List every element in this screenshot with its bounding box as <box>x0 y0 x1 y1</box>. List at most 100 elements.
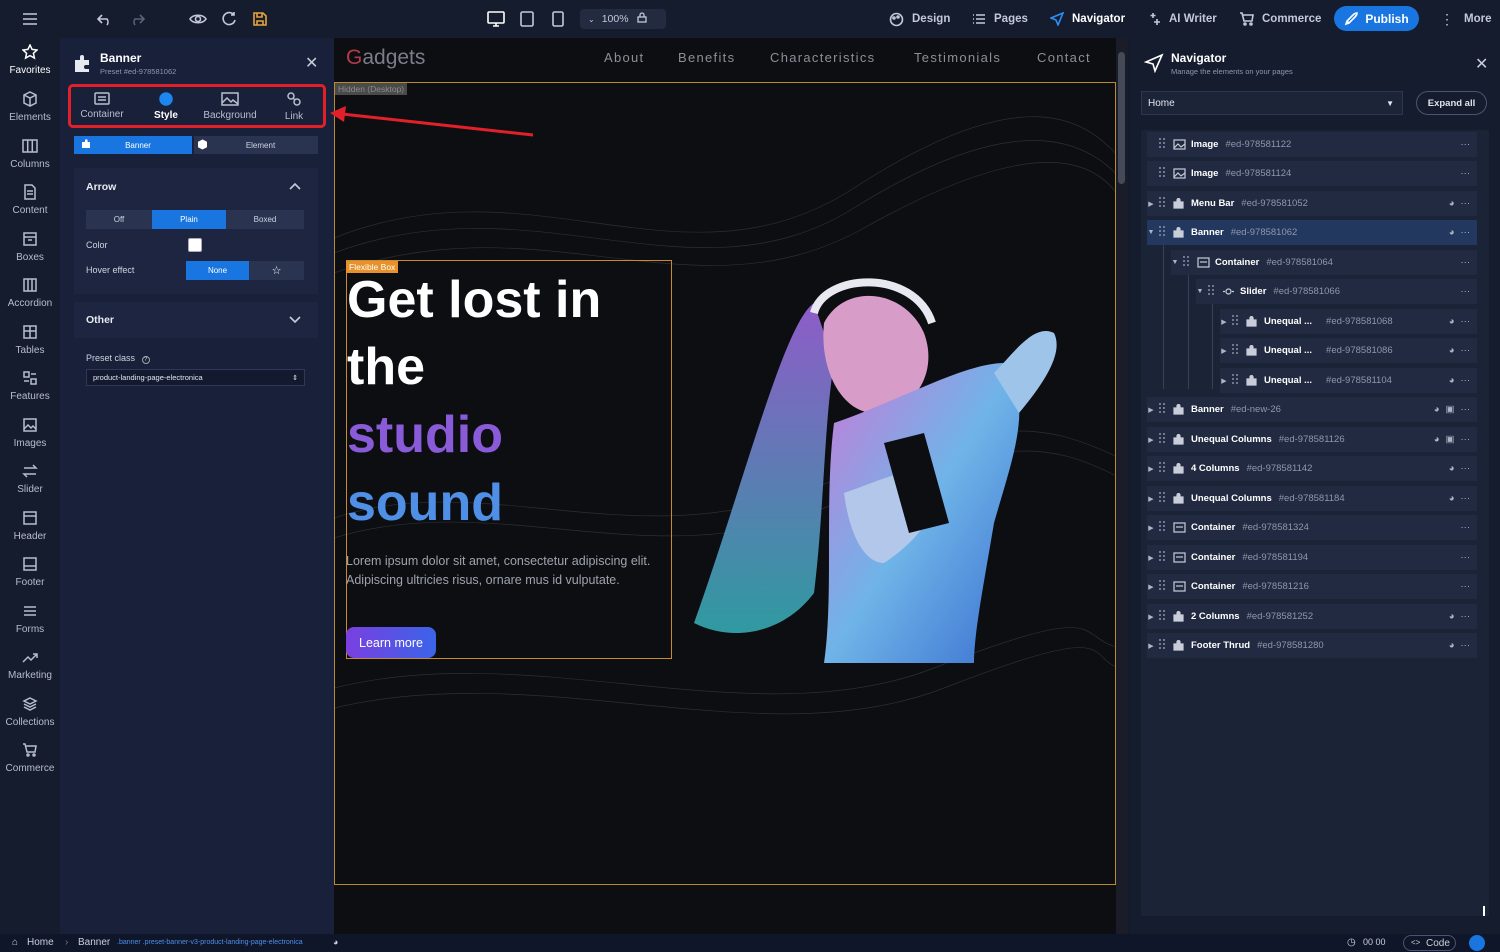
site-nav-contact[interactable]: Contact <box>1037 50 1091 65</box>
more-horizontal-icon[interactable]: ··· <box>1461 227 1471 238</box>
tree-row[interactable]: ▶ Unequal ... #ed-978581068 ◕ ··· <box>1220 309 1477 334</box>
help-icon[interactable]: ? <box>141 356 150 364</box>
save-icon[interactable] <box>252 0 268 38</box>
tree-row[interactable]: ▶ 2 Columns #ed-978581252 ◕ ··· <box>1147 604 1477 629</box>
hamburger-menu-icon[interactable] <box>22 0 38 38</box>
arrow-boxed-option[interactable]: Boxed <box>226 210 304 229</box>
editor-canvas[interactable]: Gadgets About Benefits Characteristics T… <box>334 38 1120 934</box>
rail-commerce[interactable]: Commerce <box>0 742 60 788</box>
shield-icon[interactable] <box>1469 935 1485 951</box>
chevron-up-icon[interactable] <box>289 182 301 190</box>
publish-button[interactable]: Publish <box>1334 6 1419 31</box>
tablet-view-icon[interactable] <box>520 0 534 38</box>
desktop-view-icon[interactable] <box>487 0 505 38</box>
palette-icon[interactable]: ◕ <box>1434 434 1440 445</box>
site-nav-about[interactable]: About <box>604 50 644 65</box>
site-nav-benefits[interactable]: Benefits <box>678 50 735 65</box>
caret-down-icon[interactable]: ▼ <box>1147 229 1155 236</box>
expand-all-button[interactable]: Expand all <box>1416 91 1487 115</box>
tree-row[interactable]: ▼ Container #ed-978581064 ··· <box>1171 250 1477 275</box>
rail-content[interactable]: Content <box>0 184 60 230</box>
more-horizontal-icon[interactable]: ··· <box>1461 286 1471 297</box>
rail-marketing[interactable]: Marketing <box>0 649 60 695</box>
palette-icon[interactable]: ◕ <box>1449 375 1455 386</box>
image-icon[interactable]: ▣ <box>1446 434 1455 445</box>
drag-handle-icon[interactable] <box>1159 167 1169 180</box>
hover-star-option[interactable]: ☆ <box>249 261 304 280</box>
preview-eye-icon[interactable] <box>189 0 207 38</box>
rail-favorites[interactable]: Favorites <box>0 44 60 90</box>
rail-images[interactable]: Images <box>0 417 60 463</box>
more-horizontal-icon[interactable]: ··· <box>1461 640 1471 651</box>
undo-icon[interactable] <box>97 0 113 38</box>
caret-right-icon[interactable]: ▶ <box>1147 583 1155 591</box>
site-nav-characteristics[interactable]: Characteristics <box>770 50 875 65</box>
tree-row[interactable]: ▶ Footer Thrud #ed-978581280 ◕ ··· <box>1147 633 1477 658</box>
more-horizontal-icon[interactable]: ··· <box>1461 139 1471 150</box>
close-panel-icon[interactable]: ✕ <box>305 56 318 72</box>
drag-handle-icon[interactable] <box>1159 403 1169 416</box>
hover-none-option[interactable]: None <box>186 261 249 280</box>
drag-handle-icon[interactable] <box>1159 610 1169 623</box>
more-horizontal-icon[interactable]: ··· <box>1461 552 1471 563</box>
preset-class-select[interactable]: product-landing-page-electronica ⇕ <box>86 369 305 386</box>
caret-right-icon[interactable]: ▶ <box>1220 377 1228 385</box>
other-section[interactable]: Other <box>74 302 318 338</box>
rail-columns[interactable]: Columns <box>0 138 60 184</box>
design-button[interactable]: Design <box>889 0 950 38</box>
caret-right-icon[interactable]: ▶ <box>1147 465 1155 473</box>
caret-right-icon[interactable]: ▶ <box>1147 613 1155 621</box>
caret-right-icon[interactable]: ▶ <box>1220 347 1228 355</box>
tree-row[interactable]: ▶ Unequal Columns #ed-978581126 ◕ ▣ ··· <box>1147 427 1477 452</box>
drag-handle-icon[interactable] <box>1159 226 1169 239</box>
page-select[interactable]: Home ▼ <box>1141 91 1403 115</box>
more-horizontal-icon[interactable]: ··· <box>1461 581 1471 592</box>
rail-features[interactable]: Features <box>0 370 60 416</box>
color-swatch[interactable] <box>188 238 202 252</box>
caret-right-icon[interactable]: ▶ <box>1147 495 1155 503</box>
drag-handle-icon[interactable] <box>1232 374 1242 387</box>
caret-right-icon[interactable]: ▶ <box>1147 406 1155 414</box>
site-nav-testimonials[interactable]: Testimonials <box>914 50 1001 65</box>
more-horizontal-icon[interactable]: ··· <box>1461 345 1471 356</box>
drag-handle-icon[interactable] <box>1159 433 1169 446</box>
more-horizontal-icon[interactable]: ··· <box>1461 168 1471 179</box>
palette-icon[interactable]: ◕ <box>1449 493 1455 504</box>
target-element-button[interactable]: Element <box>194 136 318 154</box>
mobile-view-icon[interactable] <box>552 0 564 38</box>
navigator-button[interactable]: Navigator <box>1050 0 1125 38</box>
commerce-button[interactable]: Commerce <box>1239 0 1321 38</box>
drag-handle-icon[interactable] <box>1159 138 1169 151</box>
image-icon[interactable]: ▣ <box>1446 404 1455 415</box>
refresh-icon[interactable] <box>221 0 237 38</box>
tree-row[interactable]: Image #ed-978581124 ··· <box>1147 161 1477 186</box>
caret-right-icon[interactable]: ▶ <box>1147 554 1155 562</box>
drag-handle-icon[interactable] <box>1183 256 1193 269</box>
caret-right-icon[interactable]: ▶ <box>1147 436 1155 444</box>
more-horizontal-icon[interactable]: ··· <box>1461 404 1471 415</box>
learn-more-button[interactable]: Learn more <box>346 627 436 658</box>
drag-handle-icon[interactable] <box>1159 580 1169 593</box>
palette-icon[interactable]: ◕ <box>1449 640 1455 651</box>
redo-icon[interactable] <box>129 0 145 38</box>
drag-handle-icon[interactable] <box>1232 315 1242 328</box>
tree-row[interactable]: ▶ Container #ed-978581216 ··· <box>1147 574 1477 599</box>
tree-row[interactable]: ▼ Slider #ed-978581066 ··· <box>1196 279 1477 304</box>
palette-icon[interactable]: ◕ <box>1449 345 1455 356</box>
more-horizontal-icon[interactable]: ··· <box>1461 198 1471 209</box>
tab-style[interactable]: Style <box>134 84 198 128</box>
more-horizontal-icon[interactable]: ··· <box>1461 611 1471 622</box>
tree-row[interactable]: ▶ 4 Columns #ed-978581142 ◕ ··· <box>1147 456 1477 481</box>
caret-right-icon[interactable]: ▶ <box>1220 318 1228 326</box>
palette-icon[interactable]: ◕ <box>1449 611 1455 622</box>
drag-handle-icon[interactable] <box>1232 344 1242 357</box>
canvas-scroll-thumb[interactable] <box>1118 52 1125 184</box>
drag-handle-icon[interactable] <box>1159 462 1169 475</box>
tree-row[interactable]: Image #ed-978581122 ··· <box>1147 132 1477 157</box>
arrow-off-option[interactable]: Off <box>86 210 152 229</box>
palette-icon[interactable]: ◕ <box>1449 316 1455 327</box>
more-horizontal-icon[interactable]: ··· <box>1461 493 1471 504</box>
tab-background[interactable]: Background <box>198 84 262 128</box>
drag-handle-icon[interactable] <box>1159 639 1169 652</box>
rail-elements[interactable]: Elements <box>0 91 60 137</box>
